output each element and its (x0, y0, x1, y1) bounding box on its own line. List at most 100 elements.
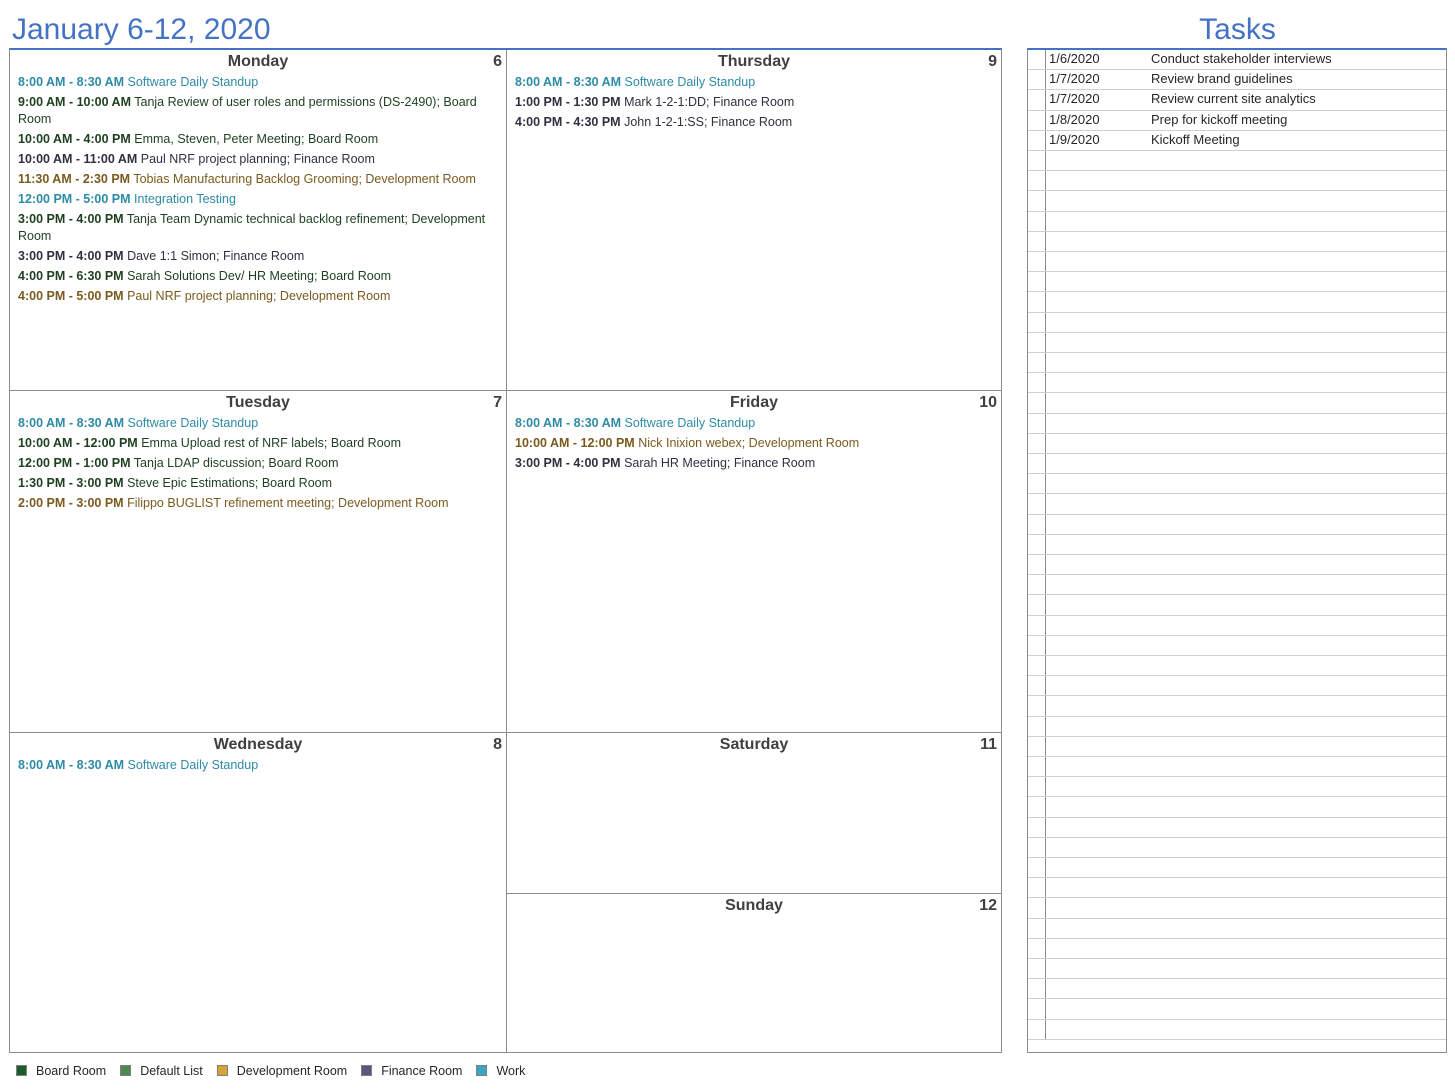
task-checkbox[interactable] (1028, 999, 1046, 1019)
task-checkbox[interactable] (1028, 231, 1046, 251)
day-cell-tuesday[interactable]: Tuesday 7 8:00 AM - 8:30 AM Software Dai… (10, 391, 507, 733)
task-checkbox[interactable] (1028, 332, 1046, 352)
task-row[interactable] (1028, 433, 1446, 454)
task-row[interactable]: 1/8/2020 Prep for kickoff meeting (1028, 110, 1446, 131)
task-checkbox[interactable] (1028, 312, 1046, 332)
task-row[interactable] (1028, 656, 1446, 677)
day-cell-friday[interactable]: Friday 10 8:00 AM - 8:30 AM Software Dai… (507, 391, 1001, 733)
task-checkbox[interactable] (1028, 413, 1046, 433)
task-row[interactable] (1028, 514, 1446, 535)
calendar-event[interactable]: 10:00 AM - 11:00 AM Paul NRF project pla… (18, 151, 498, 168)
task-row[interactable] (1028, 332, 1446, 353)
task-checkbox[interactable] (1028, 454, 1046, 474)
task-checkbox[interactable] (1028, 50, 1046, 70)
task-checkbox[interactable] (1028, 898, 1046, 918)
calendar-event[interactable]: 8:00 AM - 8:30 AM Software Daily Standup (515, 415, 993, 432)
task-checkbox[interactable] (1028, 615, 1046, 635)
task-row[interactable] (1028, 817, 1446, 838)
task-row[interactable] (1028, 413, 1446, 434)
calendar-event[interactable]: 8:00 AM - 8:30 AM Software Daily Standup (18, 415, 498, 432)
task-row[interactable]: 1/9/2020 Kickoff Meeting (1028, 130, 1446, 151)
task-row[interactable] (1028, 999, 1446, 1020)
task-row[interactable] (1028, 858, 1446, 879)
task-checkbox[interactable] (1028, 353, 1046, 373)
task-row[interactable] (1028, 171, 1446, 192)
task-checkbox[interactable] (1028, 494, 1046, 514)
task-checkbox[interactable] (1028, 373, 1046, 393)
calendar-event[interactable]: 4:00 PM - 6:30 PM Sarah Solutions Dev/ H… (18, 268, 498, 285)
task-checkbox[interactable] (1028, 474, 1046, 494)
task-row[interactable]: 1/6/2020 Conduct stakeholder interviews (1028, 50, 1446, 71)
calendar-event[interactable]: 2:00 PM - 3:00 PM Filippo BUGLIST refine… (18, 495, 498, 512)
calendar-event[interactable]: 3:00 PM - 4:00 PM Sarah HR Meeting; Fina… (515, 455, 993, 472)
task-checkbox[interactable] (1028, 252, 1046, 272)
task-checkbox[interactable] (1028, 292, 1046, 312)
task-row[interactable] (1028, 676, 1446, 697)
task-checkbox[interactable] (1028, 858, 1046, 878)
task-row[interactable] (1028, 373, 1446, 394)
task-row[interactable] (1028, 191, 1446, 212)
task-checkbox[interactable] (1028, 959, 1046, 979)
task-checkbox[interactable] (1028, 393, 1046, 413)
task-row[interactable] (1028, 555, 1446, 576)
task-checkbox[interactable] (1028, 918, 1046, 938)
task-row[interactable] (1028, 272, 1446, 293)
calendar-event[interactable]: 1:00 PM - 1:30 PM Mark 1-2-1:DD; Finance… (515, 94, 993, 111)
task-checkbox[interactable] (1028, 130, 1046, 150)
task-row[interactable] (1028, 474, 1446, 495)
calendar-event[interactable]: 10:00 AM - 12:00 PM Nick Inixion webex; … (515, 435, 993, 452)
task-checkbox[interactable] (1028, 777, 1046, 797)
task-row[interactable] (1028, 918, 1446, 939)
task-row[interactable] (1028, 1019, 1446, 1040)
calendar-event[interactable]: 3:00 PM - 4:00 PM Tanja Team Dynamic tec… (18, 211, 498, 245)
task-checkbox[interactable] (1028, 716, 1046, 736)
task-checkbox[interactable] (1028, 1019, 1046, 1039)
task-checkbox[interactable] (1028, 272, 1046, 292)
day-cell-saturday[interactable]: Saturday 11 (507, 733, 1001, 894)
task-row[interactable] (1028, 595, 1446, 616)
day-cell-monday[interactable]: Monday 6 8:00 AM - 8:30 AM Software Dail… (10, 50, 507, 391)
task-row[interactable] (1028, 494, 1446, 515)
task-checkbox[interactable] (1028, 555, 1046, 575)
task-checkbox[interactable] (1028, 191, 1046, 211)
calendar-event[interactable]: 12:00 PM - 5:00 PM Integration Testing (18, 191, 498, 208)
task-row[interactable] (1028, 797, 1446, 818)
task-row[interactable] (1028, 736, 1446, 757)
task-checkbox[interactable] (1028, 635, 1046, 655)
calendar-event[interactable]: 9:00 AM - 10:00 AM Tanja Review of user … (18, 94, 498, 128)
task-checkbox[interactable] (1028, 676, 1046, 696)
task-row[interactable] (1028, 716, 1446, 737)
calendar-event[interactable]: 10:00 AM - 12:00 PM Emma Upload rest of … (18, 435, 498, 452)
task-checkbox[interactable] (1028, 433, 1046, 453)
task-row[interactable] (1028, 575, 1446, 596)
task-row[interactable] (1028, 837, 1446, 858)
task-checkbox[interactable] (1028, 696, 1046, 716)
task-row[interactable] (1028, 757, 1446, 778)
task-checkbox[interactable] (1028, 171, 1046, 191)
task-row[interactable] (1028, 151, 1446, 172)
task-checkbox[interactable] (1028, 211, 1046, 231)
calendar-event[interactable]: 11:30 AM - 2:30 PM Tobias Manufacturing … (18, 171, 498, 188)
task-row[interactable] (1028, 312, 1446, 333)
task-row[interactable] (1028, 959, 1446, 980)
task-checkbox[interactable] (1028, 110, 1046, 130)
day-cell-thursday[interactable]: Thursday 9 8:00 AM - 8:30 AM Software Da… (507, 50, 1001, 391)
task-checkbox[interactable] (1028, 90, 1046, 110)
task-row[interactable] (1028, 534, 1446, 555)
task-checkbox[interactable] (1028, 979, 1046, 999)
task-row[interactable] (1028, 635, 1446, 656)
task-row[interactable] (1028, 696, 1446, 717)
task-row[interactable]: 1/7/2020 Review current site analytics (1028, 90, 1446, 111)
task-checkbox[interactable] (1028, 595, 1046, 615)
task-row[interactable] (1028, 898, 1446, 919)
task-checkbox[interactable] (1028, 70, 1046, 90)
task-row[interactable] (1028, 252, 1446, 273)
task-checkbox[interactable] (1028, 938, 1046, 958)
task-row[interactable] (1028, 211, 1446, 232)
task-row[interactable] (1028, 231, 1446, 252)
task-row[interactable] (1028, 454, 1446, 475)
task-row[interactable] (1028, 615, 1446, 636)
calendar-event[interactable]: 3:00 PM - 4:00 PM Dave 1:1 Simon; Financ… (18, 248, 498, 265)
task-row[interactable]: 1/7/2020 Review brand guidelines (1028, 70, 1446, 91)
task-row[interactable] (1028, 353, 1446, 374)
